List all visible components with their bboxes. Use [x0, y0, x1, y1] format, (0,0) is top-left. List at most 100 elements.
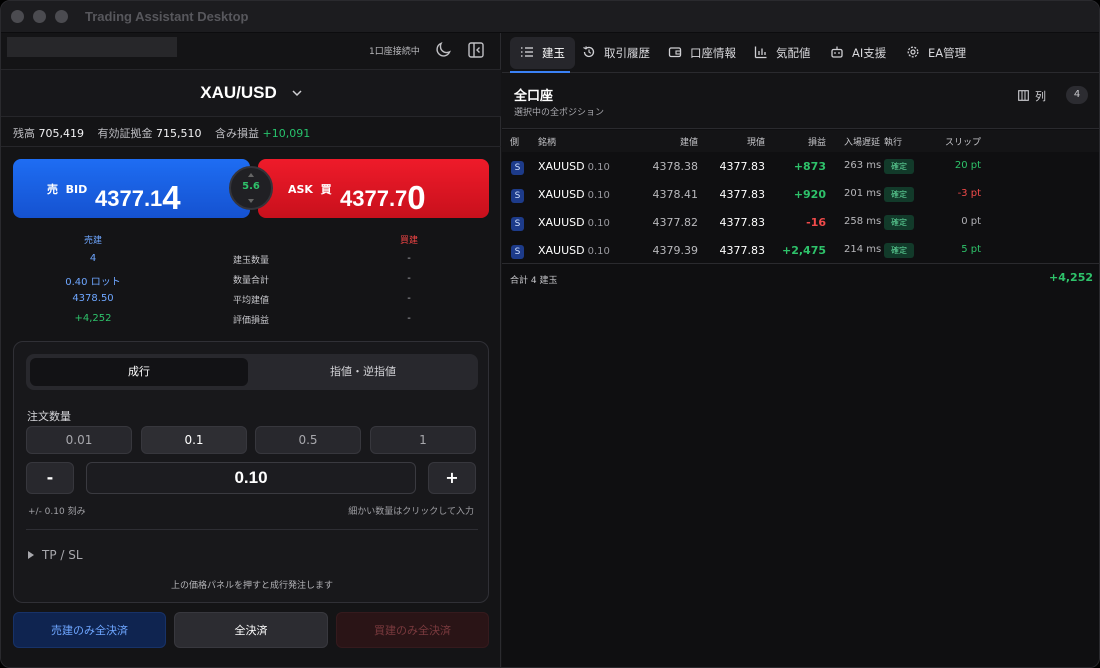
slip-cell: 5 pt: [961, 244, 981, 255]
col-exec: 執行: [884, 138, 903, 148]
divider: [26, 529, 478, 530]
tab-positions[interactable]: 建玉: [510, 37, 575, 69]
collapse-panel-icon[interactable]: [466, 40, 486, 60]
account-selector[interactable]: [7, 37, 177, 57]
order-card: 成行 指値・逆指値 注文数量 0.01 0.1 0.5 1 - 0.10 + +…: [13, 341, 489, 603]
table-row[interactable]: S XAUUSD 0.10 4378.41 4377.83 +920 201 ms…: [502, 180, 1099, 208]
increment-button[interactable]: +: [428, 462, 476, 494]
slip-cell: 20 pt: [954, 160, 981, 171]
tab-ai-assist[interactable]: AI支援: [830, 37, 886, 69]
qty-preset-button[interactable]: 0.1: [141, 426, 247, 454]
buy-value: -: [407, 273, 411, 284]
quantity-input[interactable]: 0.10: [86, 462, 416, 494]
gear-icon: [907, 46, 919, 58]
table-row[interactable]: S XAUUSD 0.10 4378.38 4377.83 +873 263 ms…: [502, 152, 1099, 180]
qty-preset-button[interactable]: 1: [370, 426, 476, 454]
position-summary-header: 売建 買建: [1, 233, 501, 251]
close-buy-only-button[interactable]: 買建のみ全決済: [336, 612, 489, 648]
list-item: 4 建玉数量 -: [1, 253, 501, 271]
slip-cell: -3 pt: [957, 188, 981, 199]
columns-button[interactable]: 列: [1018, 88, 1046, 104]
sell-bid-button[interactable]: 売 BID 4377.14: [13, 159, 250, 218]
order-note: 上の価格パネルを押すと成行発注します: [170, 581, 333, 591]
list-item: +4,252 評価損益 -: [1, 313, 501, 331]
qty-preset-button[interactable]: 0.5: [255, 426, 361, 454]
col-pnl: 損益: [807, 138, 826, 148]
ask-side-label: ASK 買: [288, 183, 332, 196]
side-badge: S: [511, 161, 524, 175]
wallet-icon: [668, 47, 682, 58]
side-badge: S: [511, 189, 524, 203]
open-price-cell: 4379.39: [652, 244, 699, 257]
caret-right-icon: [28, 551, 34, 559]
arrow-up-icon: [248, 173, 254, 177]
sell-value: 0.40 ロット: [65, 277, 121, 288]
col-symbol: 銘柄: [538, 138, 557, 148]
qty-preset-button[interactable]: 0.01: [26, 426, 132, 454]
buy-header: 買建: [399, 236, 418, 246]
history-icon: [583, 46, 595, 58]
quantity-label: 注文数量: [27, 410, 71, 423]
buy-value: -: [407, 253, 411, 264]
buy-value: -: [407, 293, 411, 304]
trade-panel: 1口座接続中 XAU/USD 残高 705,419 有効証拠金 715,510 …: [1, 33, 501, 667]
current-price-cell: 4377.83: [719, 188, 766, 201]
sell-value: +4,252: [74, 313, 112, 324]
symbol-selector[interactable]: XAU/USD: [1, 69, 501, 117]
bid-side-label: 売 BID: [47, 183, 88, 196]
zoom-window-button[interactable]: [55, 10, 68, 23]
tab-account-info[interactable]: 口座情報: [668, 37, 736, 69]
moon-icon[interactable]: [433, 40, 453, 60]
pnl-cell: +920: [793, 188, 826, 201]
row-label: 評価損益: [232, 316, 269, 326]
tpsl-toggle[interactable]: TP / SL: [28, 548, 83, 562]
bid-price: 4377.14: [95, 179, 181, 216]
table-header: 側 銘柄 建値 現値 損益 入場遅延 執行 スリップ: [502, 130, 1099, 152]
tab-trade-history[interactable]: 取引履歴: [582, 37, 650, 69]
close-window-button[interactable]: [11, 10, 24, 23]
unrealized-value: +10,091: [262, 127, 311, 140]
latency-cell: 263 ms: [844, 160, 882, 171]
margin-label: 有効証拠金: [97, 127, 153, 140]
tab-quotes[interactable]: 気配値: [754, 37, 811, 69]
list-item: 4378.50 平均建値 -: [1, 293, 501, 311]
symbol-cell: XAUUSD 0.10: [538, 188, 610, 201]
close-all-button[interactable]: 全決済: [174, 612, 328, 648]
col-current: 現値: [746, 138, 765, 148]
app-window: Trading Assistant Desktop 1口座接続中 XAU/USD…: [0, 0, 1100, 668]
latency-cell: 258 ms: [844, 216, 882, 227]
decrement-button[interactable]: -: [26, 462, 74, 494]
position-count-badge: 4: [1066, 86, 1088, 104]
balance-label: 残高: [13, 127, 35, 140]
table-row[interactable]: S XAUUSD 0.10 4377.82 4377.83 -16 258 ms …: [502, 208, 1099, 236]
positions-panel: 建玉 取引履歴 口座情報 気配値 AI支援 EA管理 全口座 選択中の全ポジショ…: [502, 33, 1099, 667]
symbol-name: XAU/USD: [200, 83, 277, 102]
list-icon: [521, 47, 533, 57]
title-bar: Trading Assistant Desktop: [1, 1, 1099, 33]
symbol-cell: XAUUSD 0.10: [538, 244, 610, 257]
list-item: 0.40 ロット 数量合計 -: [1, 273, 501, 291]
spread-value: 5.6: [242, 181, 260, 192]
buy-value: -: [407, 313, 411, 324]
order-type-tabs: 成行 指値・逆指値: [26, 354, 478, 390]
account-header: 全口座 選択中の全ポジション 列 4: [502, 73, 1099, 129]
sell-value: 4: [89, 253, 97, 264]
window-title: Trading Assistant Desktop: [85, 9, 249, 24]
arrow-down-icon: [248, 199, 254, 203]
symbol-cell: XAUUSD 0.10: [538, 160, 610, 173]
tab-limit-stop[interactable]: 指値・逆指値: [252, 358, 474, 386]
tab-market[interactable]: 成行: [30, 358, 248, 386]
table-row[interactable]: S XAUUSD 0.10 4379.39 4377.83 +2,475 214 …: [502, 236, 1099, 264]
minimize-window-button[interactable]: [33, 10, 46, 23]
tab-ea-management[interactable]: EA管理: [906, 37, 966, 69]
divider: [1, 146, 501, 147]
buy-ask-button[interactable]: ASK 買 4377.70: [258, 159, 489, 218]
exec-badge: 確定: [884, 243, 914, 258]
total-label: 合計 4 建玉: [510, 276, 558, 286]
robot-icon: [831, 46, 843, 58]
exec-badge: 確定: [884, 215, 914, 230]
row-label: 数量合計: [232, 276, 269, 286]
open-price-cell: 4378.38: [652, 160, 699, 173]
pnl-cell: +873: [793, 160, 826, 173]
close-sell-only-button[interactable]: 売建のみ全決済: [13, 612, 166, 648]
